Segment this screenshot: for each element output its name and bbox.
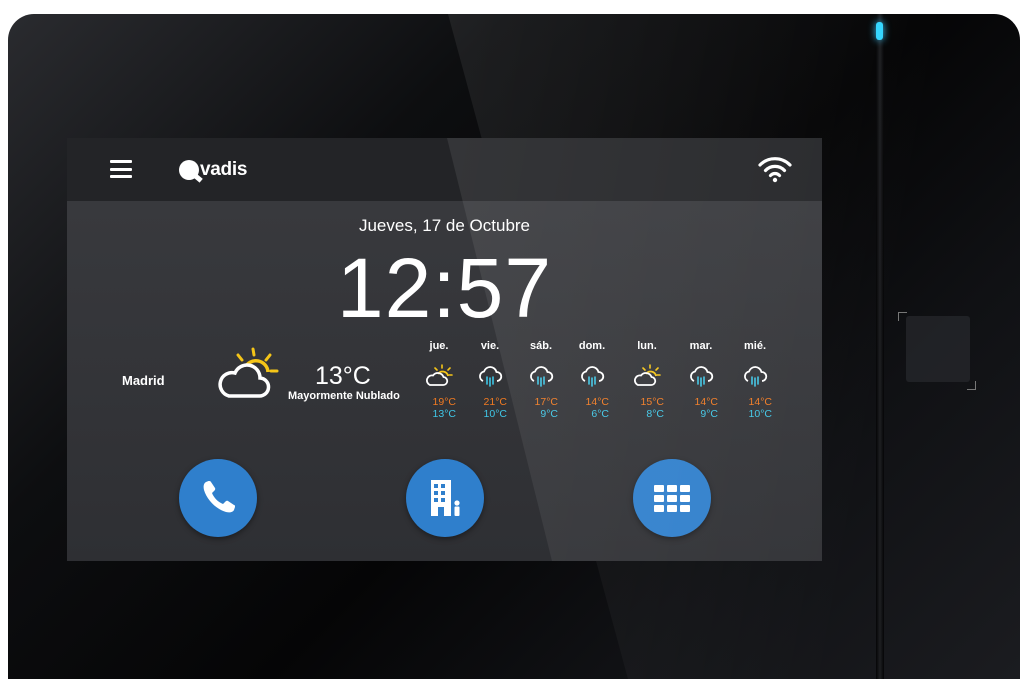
forecast-day-name: mié. [743,340,766,352]
status-led [876,22,883,40]
forecast-day-name: jue. [429,340,449,352]
weather-city: Madrid [122,373,165,388]
partly-cloudy-icon [218,347,279,398]
keypad-icon [654,485,690,512]
forecast-day: jue. 19°C 13°C [414,340,464,420]
device-divider [876,14,884,679]
rain-icon [744,366,768,387]
menu-icon[interactable] [110,160,132,178]
wifi-icon[interactable] [757,155,793,183]
card-reader [898,312,976,390]
forecast-day: vie. 21°C 10°C [465,340,515,420]
forecast-day-name: mar. [689,340,713,352]
clock-time: 12:57 [336,241,553,335]
logo-text: vadis [200,159,248,180]
partly-cloudy-icon [634,364,661,386]
current-temperature: 13°C [315,362,371,390]
forecast-low: 10°C [483,408,507,420]
forecast-day-name: lun. [637,340,657,352]
forecast-high: 15°C [640,396,664,408]
forecast-day-name: sáb. [529,340,552,352]
weather-condition: Mayormente Nublado [288,390,400,402]
keypad-button[interactable] [633,459,711,537]
rain-icon [581,366,605,387]
brand-logo: vadis [179,158,247,182]
forecast-low: 8°C [646,408,664,420]
forecast-day: mar. 14°C 9°C [676,340,726,420]
forecast-low: 13°C [432,408,456,420]
rain-icon [690,366,714,387]
date-label: Jueves, 17 de Octubre [358,216,531,235]
forecast-high: 14°C [585,396,609,408]
call-button[interactable] [179,459,257,537]
forecast-high: 14°C [694,396,718,408]
rain-icon [479,366,503,387]
forecast-low: 10°C [748,408,772,420]
forecast-day-name: dom. [578,340,606,352]
forecast-day: mié. 14°C 10°C [730,340,780,420]
building-button[interactable] [406,459,484,537]
forecast-low: 9°C [700,408,718,420]
forecast-high: 17°C [534,396,558,408]
display-screen: vadis Jueves, 17 de Octubre 12:57 Madrid… [67,138,822,561]
forecast-low: 6°C [591,408,609,420]
phone-icon [203,481,235,513]
forecast-high: 19°C [432,396,456,408]
logo-mark [179,160,199,180]
top-bar: vadis [67,138,822,201]
rain-icon [530,366,554,387]
forecast-day: lun. 15°C 8°C [622,340,672,420]
forecast-day: sáb. 17°C 9°C [516,340,566,420]
forecast-day: dom. 14°C 6°C [567,340,617,420]
forecast-high: 21°C [483,396,507,408]
forecast-high: 14°C [748,396,772,408]
partly-cloudy-icon [426,364,453,386]
forecast-low: 9°C [540,408,558,420]
forecast-day-name: vie. [480,340,500,352]
building-icon [431,480,460,516]
